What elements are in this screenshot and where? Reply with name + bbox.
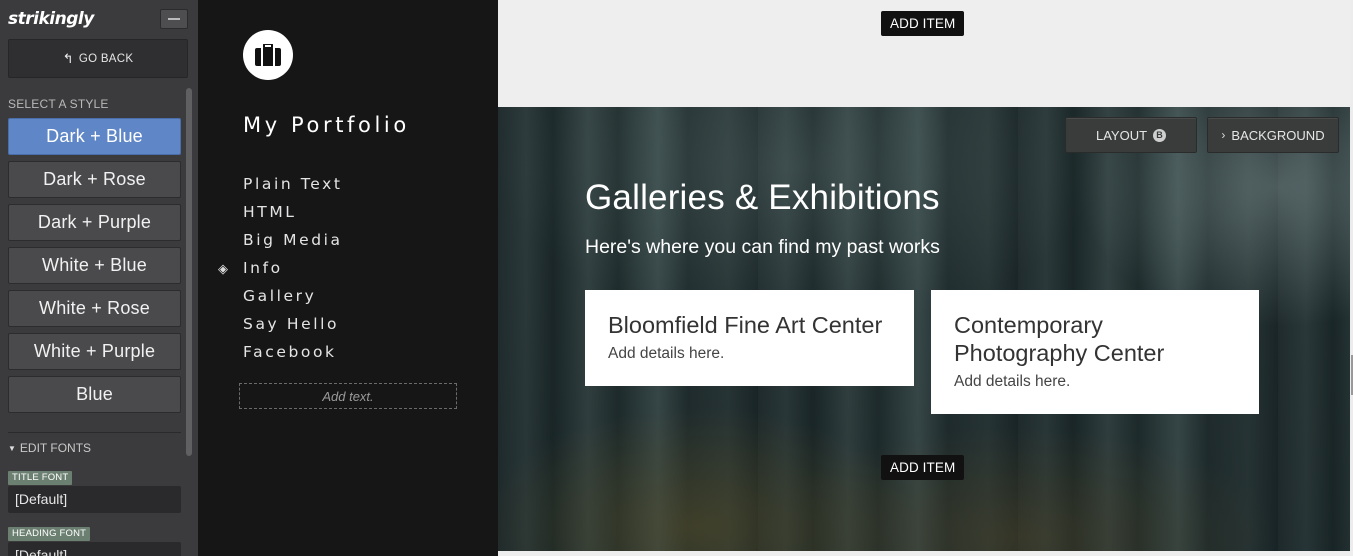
style-blue[interactable]: Blue <box>8 376 181 413</box>
style-list: Dark + Blue Dark + Rose Dark + Purple Wh… <box>8 118 181 419</box>
nav-item-say-hello[interactable]: Say Hello <box>243 315 343 343</box>
caret-down-icon: ▼ <box>8 443 16 453</box>
style-dark-rose[interactable]: Dark + Rose <box>8 161 181 198</box>
collapse-panel-button[interactable] <box>160 9 188 29</box>
go-back-label: GO BACK <box>78 52 134 65</box>
background-label: BACKGROUND <box>1231 127 1325 143</box>
nav-item-gallery[interactable]: Gallery <box>243 287 343 315</box>
add-item-top-button[interactable]: ADD ITEM <box>881 11 965 36</box>
briefcase-icon[interactable] <box>243 30 293 80</box>
nav-item-plain-text[interactable]: Plain Text <box>243 175 343 203</box>
exhibition-card[interactable]: Bloomfield Fine Art Center Add details h… <box>585 290 914 386</box>
section-subtitle[interactable]: Here's where you can find my past works <box>585 236 940 259</box>
nav-label: Plain Text <box>243 175 343 193</box>
nav-item-facebook[interactable]: Facebook <box>243 343 343 371</box>
site-nav-list: Plain Text HTML Big Media ◈ Info Gallery… <box>218 175 343 371</box>
heading-font-label: HEADING FONT <box>8 527 91 541</box>
nav-label: Gallery <box>243 287 317 305</box>
card-title[interactable]: Bloomfield Fine Art Center <box>608 311 891 339</box>
select-style-heading: SELECT A STYLE <box>8 97 109 111</box>
site-title[interactable]: My Portfolio <box>243 113 410 137</box>
nav-label: Facebook <box>243 343 337 361</box>
card-body[interactable]: Add details here. <box>608 345 891 363</box>
style-white-rose[interactable]: White + Rose <box>8 290 181 327</box>
exhibition-card[interactable]: Contemporary Photography Center Add deta… <box>931 290 1259 414</box>
layout-button[interactable]: LAYOUT B <box>1065 117 1197 153</box>
nav-item-html[interactable]: HTML <box>243 203 343 231</box>
section-title[interactable]: Galleries & Exhibitions <box>585 178 940 218</box>
active-diamond-icon: ◈ <box>218 262 228 277</box>
strikingly-logo: strikingly <box>8 9 94 29</box>
minus-icon <box>168 18 180 20</box>
layout-badge: B <box>1153 128 1167 142</box>
nav-label: Say Hello <box>243 315 340 333</box>
editor-panel: strikingly ↰ GO BACK SELECT A STYLE Dark… <box>0 0 198 556</box>
card-body[interactable]: Add details here. <box>954 373 1236 391</box>
editor-scrollbar-thumb[interactable] <box>186 88 192 456</box>
title-font-select[interactable]: [Default] <box>8 486 181 513</box>
edit-fonts-toggle[interactable]: ▼ EDIT FONTS <box>8 441 91 455</box>
editor-scrollbar[interactable] <box>186 88 192 456</box>
nav-label: Info <box>243 259 283 277</box>
card-title[interactable]: Contemporary Photography Center <box>954 311 1236 367</box>
site-sidebar: My Portfolio Plain Text HTML Big Media ◈… <box>198 0 498 556</box>
nav-label: Big Media <box>243 231 343 249</box>
briefcase-glyph <box>255 44 281 66</box>
style-dark-blue[interactable]: Dark + Blue <box>8 118 181 155</box>
heading-font-select[interactable]: [Default] <box>8 542 181 556</box>
go-back-button[interactable]: ↰ GO BACK <box>8 39 188 78</box>
nav-label: HTML <box>243 203 297 221</box>
style-white-purple[interactable]: White + Purple <box>8 333 181 370</box>
back-arrow-icon: ↰ <box>62 50 74 66</box>
add-item-bottom-button[interactable]: ADD ITEM <box>881 455 965 480</box>
edit-fonts-label: EDIT FONTS <box>19 441 92 455</box>
add-text-button[interactable]: Add text. <box>239 383 457 409</box>
style-dark-purple[interactable]: Dark + Purple <box>8 204 181 241</box>
chevron-right-icon: › <box>1221 128 1226 142</box>
title-font-label: TITLE FONT <box>8 471 73 485</box>
nav-item-info[interactable]: ◈ Info <box>218 259 343 287</box>
next-section <box>498 551 1353 556</box>
nav-item-big-media[interactable]: Big Media <box>243 231 343 259</box>
layout-label: LAYOUT <box>1095 127 1148 143</box>
background-button[interactable]: › BACKGROUND <box>1207 117 1339 153</box>
editor-header: strikingly <box>0 0 198 38</box>
divider <box>8 432 181 433</box>
style-white-blue[interactable]: White + Blue <box>8 247 181 284</box>
